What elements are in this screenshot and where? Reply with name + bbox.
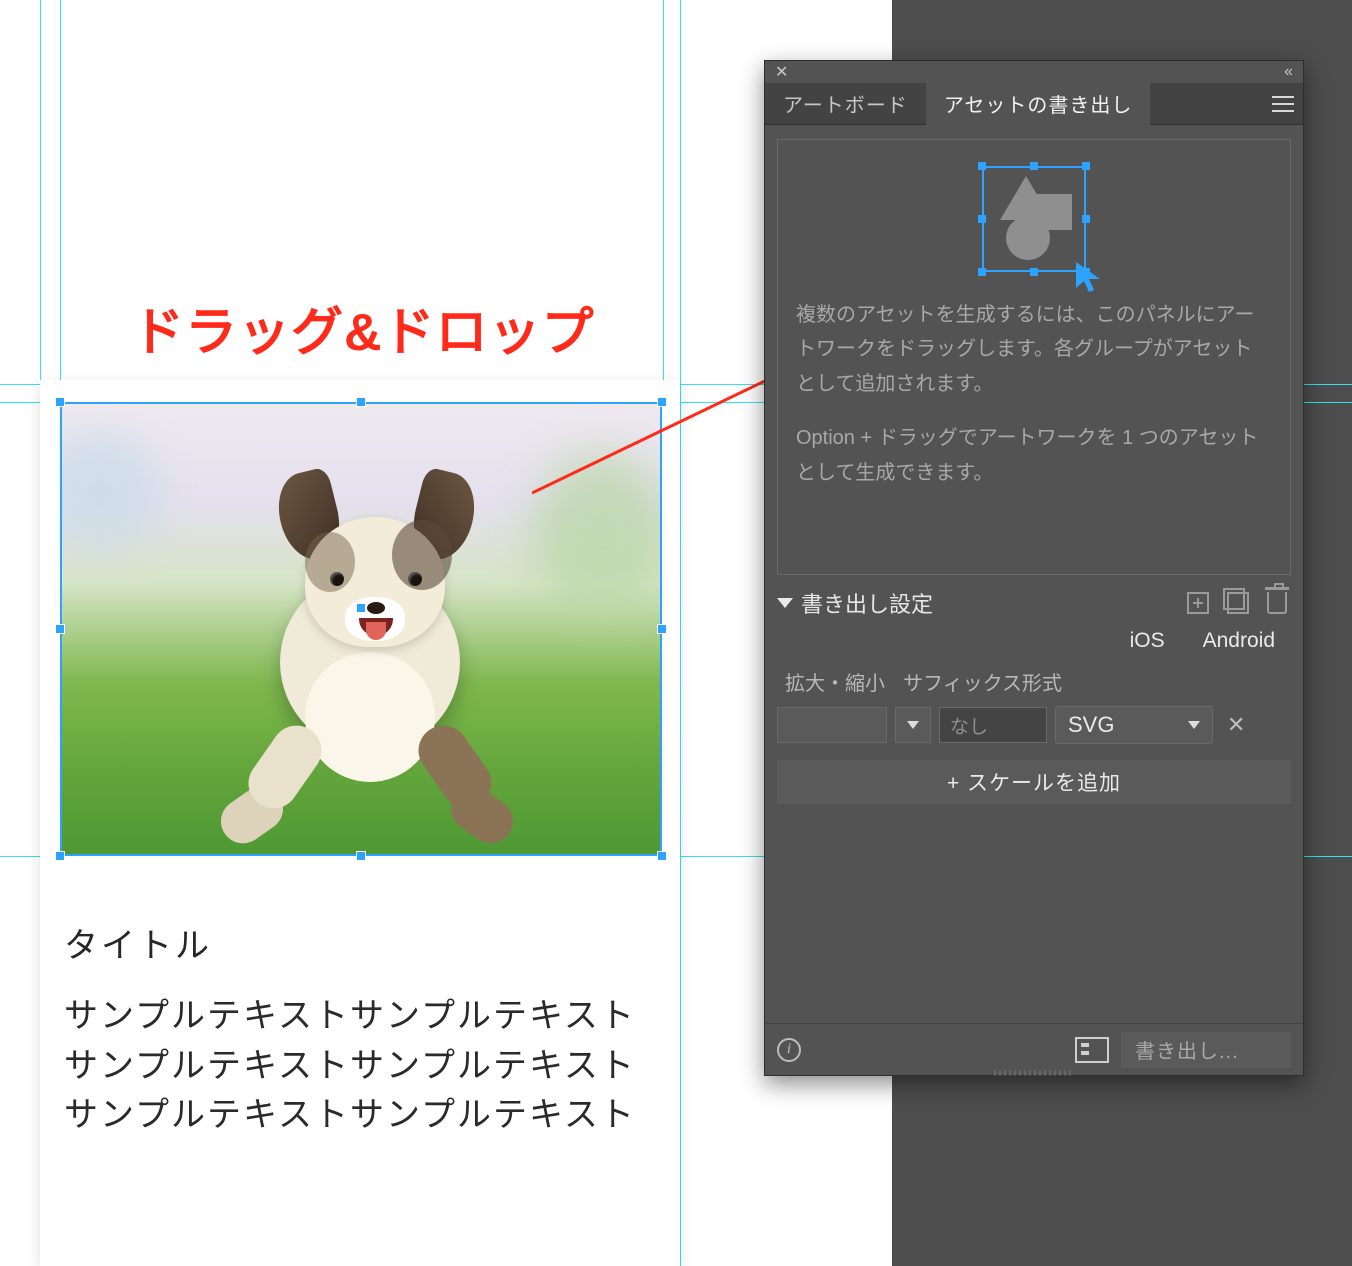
image-placeholder xyxy=(60,402,662,856)
chevron-down-icon xyxy=(1188,721,1200,729)
header-suffix: サフィックス形式 xyxy=(903,667,1062,696)
annotation-label: ドラッグ&ドロップ xyxy=(132,290,595,365)
chevron-down-icon xyxy=(777,598,793,608)
selection-handle[interactable] xyxy=(657,624,667,634)
dropzone-message-alt: Option + ドラッグでアートワークを 1 つのアセットとして生成できます。 xyxy=(796,421,1272,490)
trash-icon xyxy=(1267,592,1287,614)
dropzone-illustration xyxy=(982,166,1086,272)
remove-row-icon[interactable]: ✕ xyxy=(1221,712,1251,738)
asset-drop-zone[interactable]: 複数のアセットを生成するには、このパネルにアートワークをドラッグします。各グルー… xyxy=(777,139,1291,575)
selection-center-handle[interactable] xyxy=(356,603,366,613)
selection-handle[interactable] xyxy=(55,851,65,861)
selection-handle[interactable] xyxy=(356,851,366,861)
export-settings-toggle[interactable]: 書き出し設定 xyxy=(777,587,933,619)
export-button-label: 書き出し... xyxy=(1135,1035,1239,1064)
selection-handle[interactable] xyxy=(657,397,667,407)
panel-collapse-icon[interactable]: « xyxy=(1284,63,1293,81)
suffix-placeholder: なし xyxy=(950,712,988,739)
suffix-input[interactable]: なし xyxy=(939,707,1047,743)
tab-artboards[interactable]: アートボード xyxy=(765,83,926,125)
duplicate-icon xyxy=(1227,592,1249,614)
panel-resize-grip[interactable] xyxy=(994,1070,1074,1076)
selected-image[interactable] xyxy=(60,402,662,856)
tab-asset-export[interactable]: アセットの書き出し xyxy=(926,83,1151,125)
export-button: 書き出し... xyxy=(1121,1032,1291,1068)
cursor-icon xyxy=(1074,260,1108,294)
asset-export-panel: ✕ « アートボード アセットの書き出し 複数のアセットを生成するには、このパ xyxy=(764,60,1304,1076)
platform-ios[interactable]: iOS xyxy=(1130,629,1165,653)
list-view-icon[interactable] xyxy=(1075,1037,1109,1063)
platform-android[interactable]: Android xyxy=(1203,629,1275,653)
selection-handle[interactable] xyxy=(55,624,65,634)
header-scale: 拡大・縮小 xyxy=(785,667,885,696)
format-dropdown[interactable]: SVG xyxy=(1055,706,1213,744)
guide-vertical xyxy=(680,0,681,1266)
card-body-text[interactable]: サンプルテキストサンプルテキストサンプルテキストサンプルテキストサンプルテキスト… xyxy=(64,992,670,1141)
card-title[interactable]: タイトル xyxy=(64,918,212,967)
scale-dropdown[interactable] xyxy=(895,707,931,743)
panel-close-icon[interactable]: ✕ xyxy=(775,62,788,82)
selection-handle[interactable] xyxy=(55,397,65,407)
selection-handle[interactable] xyxy=(356,397,366,407)
format-selected: SVG xyxy=(1068,712,1114,738)
scale-input[interactable] xyxy=(777,707,887,743)
add-asset-icon xyxy=(1187,592,1209,614)
export-settings-label: 書き出し設定 xyxy=(801,587,933,619)
dropzone-message: 複数のアセットを生成するには、このパネルにアートワークをドラッグします。各グルー… xyxy=(796,298,1272,401)
add-scale-button[interactable]: + スケールを追加 xyxy=(777,760,1291,804)
selection-handle[interactable] xyxy=(657,851,667,861)
panel-menu-icon[interactable] xyxy=(1263,83,1303,125)
info-icon[interactable]: i xyxy=(777,1038,801,1062)
chevron-down-icon xyxy=(907,721,919,729)
